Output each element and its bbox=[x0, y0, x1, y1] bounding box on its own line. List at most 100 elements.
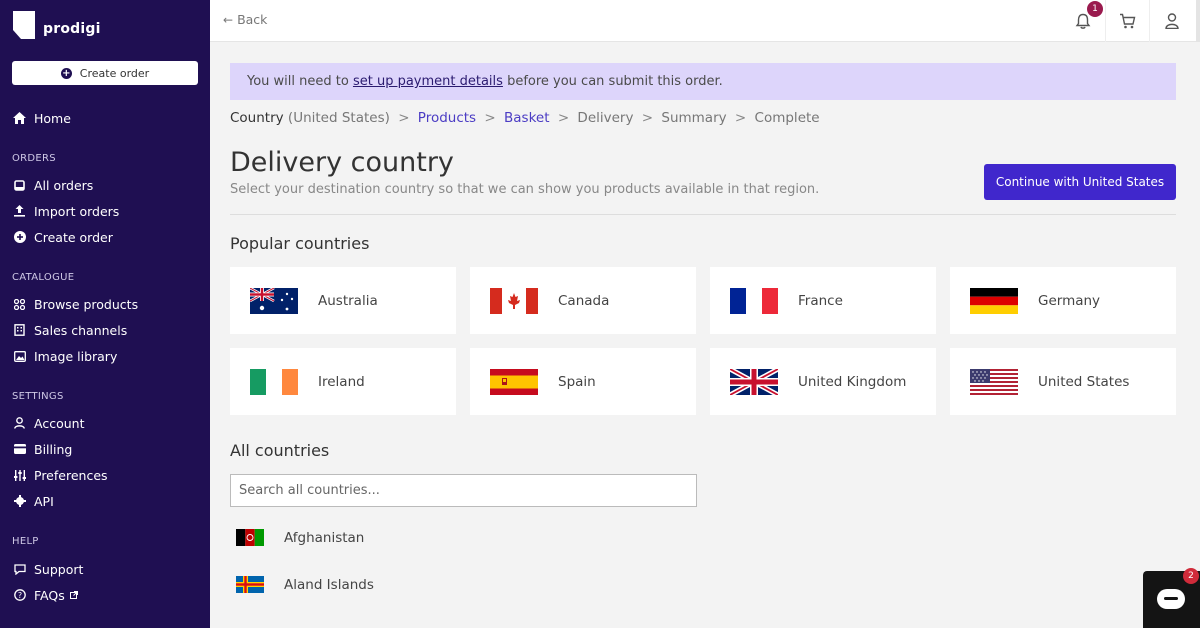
sidebar-item-label: Sales channels bbox=[34, 322, 128, 338]
sliders-icon bbox=[13, 469, 26, 482]
sidebar-item-home[interactable]: Home bbox=[13, 109, 71, 127]
country-card-australia[interactable]: Australia bbox=[230, 267, 456, 334]
sidebar-item-faqs[interactable]: ? FAQs bbox=[13, 586, 78, 604]
united-states-flag-icon bbox=[970, 368, 1018, 395]
notifications-button[interactable]: 1 bbox=[1061, 0, 1105, 42]
sidebar-item-label: Support bbox=[34, 561, 84, 577]
cart-button[interactable] bbox=[1105, 0, 1149, 42]
chat-icon bbox=[1157, 589, 1185, 609]
breadcrumb-country: Country bbox=[230, 110, 284, 126]
sidebar-item-preferences[interactable]: Preferences bbox=[13, 466, 108, 484]
account-button[interactable] bbox=[1149, 0, 1193, 42]
breadcrumb-separator: > bbox=[734, 110, 747, 126]
create-order-label: Create order bbox=[79, 66, 150, 80]
sidebar-item-import-orders[interactable]: Import orders bbox=[13, 202, 119, 220]
page-title: Delivery country bbox=[230, 147, 454, 178]
gear-icon bbox=[13, 495, 26, 508]
sidebar-item-billing[interactable]: Billing bbox=[13, 440, 72, 458]
united-kingdom-flag-icon bbox=[730, 368, 778, 395]
breadcrumb-basket[interactable]: Basket bbox=[504, 110, 550, 126]
chat-widget-button[interactable]: 2 bbox=[1143, 568, 1200, 628]
back-label: Back bbox=[237, 12, 268, 27]
sidebar-item-sales-channels[interactable]: Sales channels bbox=[13, 321, 127, 339]
sidebar-item-all-orders[interactable]: All orders bbox=[13, 176, 93, 194]
breadcrumb-country-detail: (United States) bbox=[283, 110, 390, 126]
breadcrumb-delivery: Delivery bbox=[577, 110, 634, 126]
plus-circle-icon: + bbox=[60, 67, 72, 79]
image-icon bbox=[13, 350, 26, 363]
list-item-aland-islands[interactable]: Aland Islands bbox=[236, 576, 374, 593]
country-name: Aland Islands bbox=[284, 576, 374, 593]
payment-alert: You will need to set up payment details … bbox=[230, 63, 1176, 100]
grid-icon bbox=[13, 298, 26, 311]
setup-payment-link[interactable]: set up payment details bbox=[353, 74, 503, 89]
breadcrumb-products[interactable]: Products bbox=[418, 110, 476, 126]
chat-bubble-icon bbox=[13, 563, 26, 576]
sidebar-item-label: Preferences bbox=[34, 467, 108, 483]
breadcrumb: Country (United States) > Products > Bas… bbox=[230, 110, 820, 126]
sidebar-item-label: Create order bbox=[34, 229, 113, 245]
country-card-france[interactable]: France bbox=[710, 267, 936, 334]
continue-button[interactable]: Continue with United States bbox=[984, 164, 1176, 200]
section-catalogue: CATALOGUE bbox=[12, 272, 75, 283]
orders-box-icon bbox=[13, 179, 26, 192]
user-icon bbox=[1164, 13, 1179, 29]
country-name: Germany bbox=[1038, 292, 1101, 309]
sidebar-item-browse-products[interactable]: Browse products bbox=[13, 295, 138, 313]
sidebar: prodigi + Create order Home ORDERS All o… bbox=[0, 0, 210, 628]
page-scrollbar[interactable] bbox=[1196, 0, 1200, 42]
sidebar-item-support[interactable]: Support bbox=[13, 560, 83, 578]
create-order-button[interactable]: + Create order bbox=[12, 61, 198, 85]
building-icon bbox=[13, 324, 26, 337]
breadcrumb-summary: Summary bbox=[661, 110, 727, 126]
country-card-united-kingdom[interactable]: United Kingdom bbox=[710, 348, 936, 415]
arrow-left-icon: ← bbox=[223, 12, 234, 27]
breadcrumb-separator: > bbox=[484, 110, 496, 126]
country-card-united-states[interactable]: United States bbox=[950, 348, 1176, 415]
cart-icon bbox=[1120, 13, 1136, 29]
breadcrumb-complete: Complete bbox=[754, 110, 820, 126]
popular-countries-heading: Popular countries bbox=[230, 234, 370, 253]
country-card-canada[interactable]: Canada bbox=[470, 267, 696, 334]
spain-flag-icon bbox=[490, 368, 538, 395]
plus-circle-icon bbox=[13, 231, 26, 244]
breadcrumb-separator: > bbox=[557, 110, 570, 126]
home-icon bbox=[13, 112, 26, 125]
list-item-afghanistan[interactable]: Afghanistan bbox=[236, 529, 364, 546]
divider bbox=[230, 214, 1176, 215]
back-link[interactable]: ← Back bbox=[223, 12, 267, 27]
sidebar-item-label: Import orders bbox=[34, 203, 120, 219]
country-name: France bbox=[798, 292, 843, 309]
page-subtitle: Select your destination country so that … bbox=[230, 182, 820, 197]
afghanistan-flag-icon bbox=[236, 529, 264, 546]
top-bar: ← Back 1 bbox=[210, 0, 1200, 42]
sidebar-item-image-library[interactable]: Image library bbox=[13, 347, 117, 365]
sidebar-item-api[interactable]: API bbox=[13, 492, 54, 510]
section-help: HELP bbox=[12, 536, 39, 547]
sidebar-item-label: API bbox=[34, 493, 54, 509]
france-flag-icon bbox=[730, 287, 778, 314]
prodigi-logo-icon bbox=[13, 11, 35, 39]
sidebar-item-label: Home bbox=[34, 110, 71, 126]
country-name: Australia bbox=[318, 292, 378, 309]
svg-text:?: ? bbox=[17, 591, 21, 600]
sidebar-item-account[interactable]: Account bbox=[13, 414, 84, 432]
sidebar-item-label: FAQs bbox=[34, 587, 65, 603]
section-settings: SETTINGS bbox=[12, 391, 64, 402]
upload-icon bbox=[13, 205, 26, 218]
canada-flag-icon bbox=[490, 287, 538, 314]
country-search-input[interactable] bbox=[230, 474, 697, 507]
aland-islands-flag-icon bbox=[236, 576, 264, 593]
country-card-spain[interactable]: Spain bbox=[470, 348, 696, 415]
credit-card-icon bbox=[13, 443, 26, 456]
country-card-ireland[interactable]: Ireland bbox=[230, 348, 456, 415]
section-orders: ORDERS bbox=[12, 153, 56, 164]
australia-flag-icon bbox=[250, 287, 298, 314]
sidebar-item-create-order[interactable]: Create order bbox=[13, 228, 113, 246]
country-card-germany[interactable]: Germany bbox=[950, 267, 1176, 334]
logo[interactable]: prodigi bbox=[13, 11, 101, 39]
sidebar-item-label: Image library bbox=[34, 348, 118, 364]
germany-flag-icon bbox=[970, 287, 1018, 314]
sidebar-item-label: All orders bbox=[34, 177, 94, 193]
notification-badge: 1 bbox=[1087, 1, 1103, 17]
